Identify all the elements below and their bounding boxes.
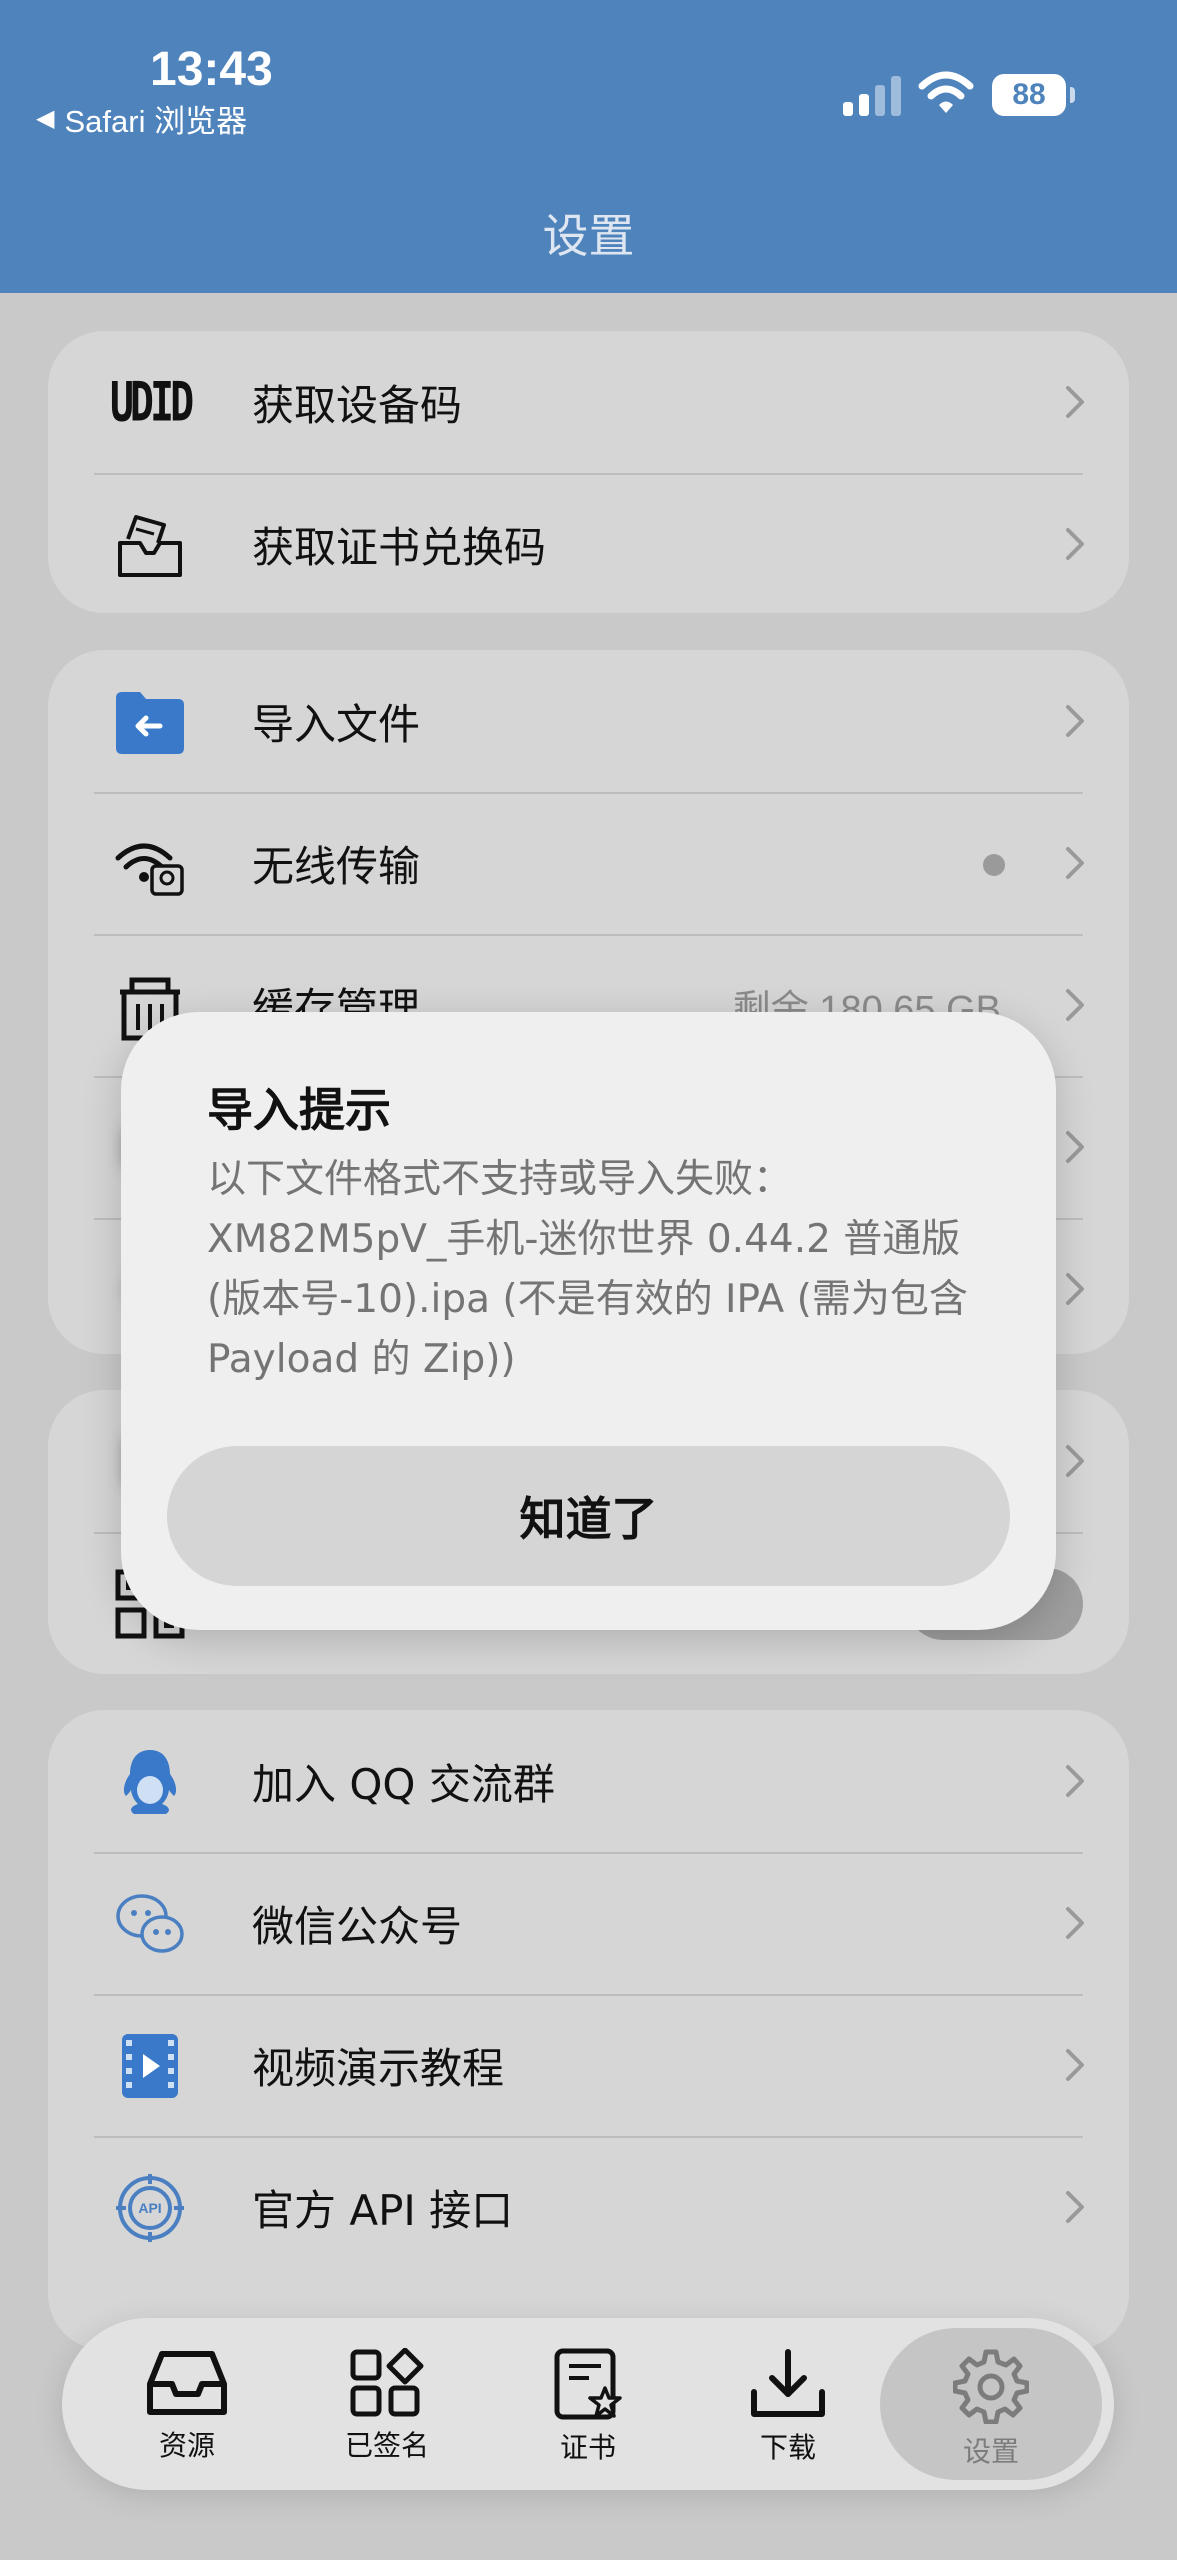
chevron-right-icon [1066,386,1084,418]
page-title: 设置 [542,209,635,263]
certificate-icon [554,2348,622,2420]
gear-icon [953,2349,1029,2424]
tab-certificate[interactable]: 证书 [488,2328,688,2480]
chevron-right-icon [1066,989,1084,1021]
chevron-right-icon [1066,1765,1084,1797]
row-label: 加入 QQ 交流群 [252,1759,555,1809]
chevron-right-icon [1066,2191,1084,2223]
row-get-device-code[interactable]: UDID 获取设备码 [48,331,1129,473]
wechat-icon [114,1888,186,1960]
status-dot [983,854,1005,876]
tab-resources[interactable]: 资源 [87,2328,287,2480]
certificate-code-icon [114,509,186,581]
tab-signed[interactable]: 已签名 [287,2328,487,2480]
udid-icon: UDID [109,371,194,435]
chevron-right-icon [1066,2049,1084,2081]
row-join-qq-group[interactable]: 加入 QQ 交流群 [48,1710,1129,1852]
tab-label: 设置 [962,2435,1019,2468]
row-label: 导入文件 [252,699,421,749]
row-label: 获取证书兑换码 [252,522,547,572]
api-icon: API [114,2172,186,2244]
battery-indicator: 88 [992,74,1075,116]
chevron-right-icon [1066,847,1084,879]
chevron-right-icon [1066,705,1084,737]
tab-label: 下载 [759,2431,816,2464]
dialog-confirm-button[interactable]: 知道了 [167,1446,1010,1586]
grid-apps-icon [350,2348,424,2417]
chevron-right-icon [1066,1907,1084,1939]
row-label: 获取设备码 [252,380,463,430]
account-group: UDID 获取设备码 获取证书兑换码 [48,331,1129,613]
row-import-file[interactable]: 导入文件 [48,650,1129,792]
back-to-app-link[interactable]: ◀ Safari 浏览器 [36,96,247,141]
header: 13:43 ◀ Safari 浏览器 88 设置 [0,0,1177,293]
tab-label: 证书 [559,2431,616,2464]
tab-label: 已签名 [344,2429,429,2462]
row-label: 微信公众号 [252,1901,463,1951]
row-label: 无线传输 [252,841,421,891]
row-video-tutorial[interactable]: 视频演示教程 [48,1994,1129,2136]
folder-import-icon [114,686,186,758]
import-alert-dialog: 导入提示 以下文件格式不支持或导入失败：XM82M5pV_手机-迷你世界 0.4… [121,1012,1056,1630]
tab-download[interactable]: 下载 [688,2328,888,2480]
dialog-title: 导入提示 [207,1083,391,1137]
row-get-cert-code[interactable]: 获取证书兑换码 [48,473,1129,613]
chevron-right-icon [1066,1273,1084,1305]
wifi-icon [918,71,974,113]
row-official-api[interactable]: API 官方 API 接口 [48,2136,1129,2278]
tab-label: 资源 [158,2429,215,2462]
chevron-right-icon [1066,1445,1084,1477]
chevron-right-icon [1066,528,1084,560]
wireless-transfer-icon [114,828,186,900]
inbox-icon [147,2351,227,2415]
dialog-message: 以下文件格式不支持或导入失败：XM82M5pV_手机-迷你世界 0.44.2 普… [207,1157,968,1382]
download-icon [751,2349,825,2417]
community-group: 加入 QQ 交流群 微信公众号 视频演示教程 API 官方 API 接口 [48,1710,1129,2350]
status-time: 13:43 [150,43,273,96]
row-label: 视频演示教程 [252,2043,505,2093]
row-label: 官方 API 接口 [252,2185,514,2235]
cellular-signal-icon [843,76,901,116]
tab-settings[interactable]: 设置 [880,2328,1102,2480]
tab-bar: 资源 已签名 证书 下载 设置 [62,2318,1114,2490]
row-wechat-official[interactable]: 微信公众号 [48,1852,1129,1994]
qq-icon [114,1746,186,1818]
back-triangle-icon: ◀ [36,105,55,132]
row-wireless-transfer[interactable]: 无线传输 [48,792,1129,934]
back-app-label: Safari 浏览器 [64,104,248,139]
svg-text:API: API [138,2200,161,2216]
video-icon [114,2030,186,2102]
chevron-right-icon [1066,1131,1084,1163]
